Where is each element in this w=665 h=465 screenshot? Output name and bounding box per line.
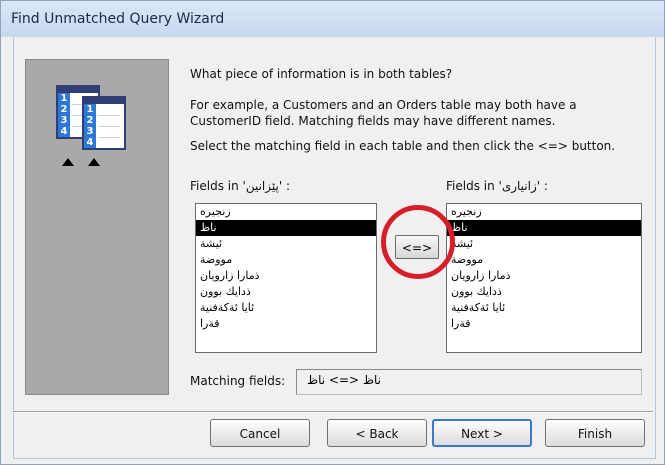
highlight-circle: [381, 205, 455, 279]
pointer-arrow-icon: [62, 158, 74, 166]
list-item[interactable]: ذدايك بوون: [447, 284, 641, 300]
question-text: What piece of information is in both tab…: [190, 67, 453, 81]
right-fields-list[interactable]: زنجيره ناظ ئيشة مووضة ذمارا زارويان ذداي…: [446, 203, 642, 353]
right-fields-label: Fields in 'زانیاری' :: [446, 179, 548, 193]
next-button[interactable]: Next >: [432, 419, 532, 447]
matching-fields-display: ناظ <=> ناظ: [296, 369, 642, 395]
table-icon-front: 1 2 3 4: [82, 96, 126, 150]
window-title: Find Unmatched Query Wizard: [11, 11, 225, 27]
list-item[interactable]: ئايا ئةكةفنية: [196, 300, 376, 316]
title-bar: Find Unmatched Query Wizard: [1, 1, 664, 37]
list-item[interactable]: قةرا: [196, 316, 376, 332]
list-item[interactable]: قةرا: [447, 316, 641, 332]
example-text: For example, a Customers and an Orders t…: [190, 98, 577, 128]
list-item[interactable]: مووضة: [447, 252, 641, 268]
left-fields-label: Fields in 'پێزانین' :: [190, 179, 290, 193]
list-item[interactable]: ناظ: [196, 220, 376, 236]
matching-fields-value: ناظ <=> ناظ: [307, 373, 381, 387]
matching-fields-label: Matching fields:: [190, 374, 286, 388]
pointer-arrow-icon: [88, 158, 100, 166]
left-fields-list[interactable]: زنجيره ناظ ئيشة مووضة ذمارا زارويان ذداي…: [195, 203, 377, 353]
instruction-text: Select the matching field in each table …: [190, 139, 616, 153]
list-item[interactable]: ئيشة: [447, 236, 641, 252]
list-item[interactable]: ئايا ئةكةفنية: [447, 300, 641, 316]
list-item[interactable]: ذدايك بوون: [196, 284, 376, 300]
list-item[interactable]: زنجيره: [447, 204, 641, 220]
finish-button[interactable]: Finish: [545, 419, 645, 447]
wizard-illustration: 1 2 3 4 1 2 3 4: [25, 59, 169, 395]
button-divider: [13, 411, 653, 413]
list-item[interactable]: ذمارا زارويان: [447, 268, 641, 284]
back-button[interactable]: < Back: [327, 419, 427, 447]
list-item[interactable]: ذمارا زارويان: [196, 268, 376, 284]
list-item[interactable]: ئيشة: [196, 236, 376, 252]
cancel-button[interactable]: Cancel: [210, 419, 310, 447]
list-item[interactable]: ناظ: [447, 220, 641, 236]
wizard-window: Find Unmatched Query Wizard 1 2 3 4 1 2 …: [0, 0, 665, 465]
list-item[interactable]: مووضة: [196, 252, 376, 268]
list-item[interactable]: زنجيره: [196, 204, 376, 220]
